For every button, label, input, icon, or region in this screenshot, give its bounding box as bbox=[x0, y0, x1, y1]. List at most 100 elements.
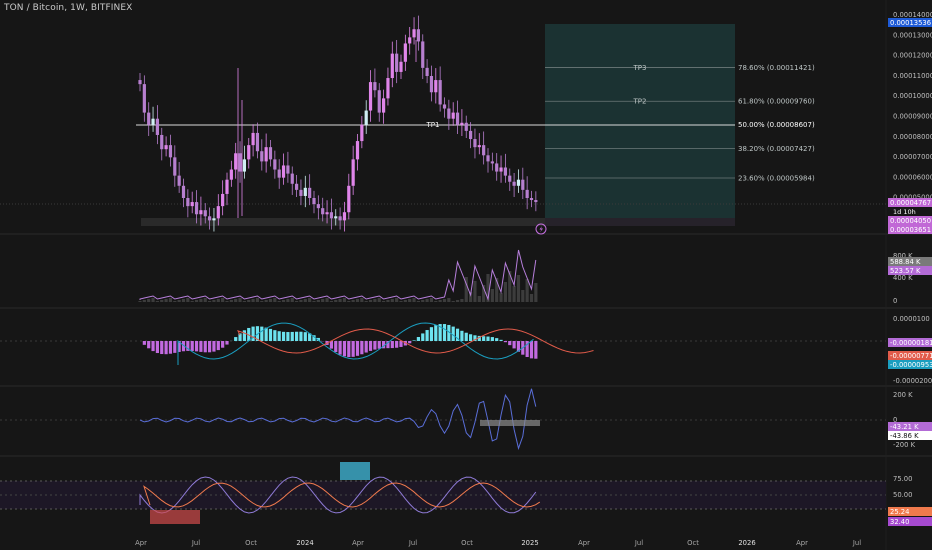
candle-body bbox=[412, 29, 416, 38]
macd-bar bbox=[499, 339, 503, 341]
macd-bar bbox=[360, 341, 364, 355]
price-badge-low1: 0.00004050 bbox=[890, 217, 931, 225]
stop-zone bbox=[545, 218, 735, 226]
volume-bar bbox=[225, 301, 229, 302]
volume-bar bbox=[194, 300, 199, 302]
price-badge-current: 0.00004767 bbox=[890, 199, 931, 207]
candle-body bbox=[155, 118, 159, 135]
macd-bar bbox=[142, 341, 146, 345]
macd-bar bbox=[503, 341, 507, 343]
macd-bar bbox=[390, 341, 394, 349]
symbol-title[interactable]: TON / Bitcoin, 1W, BITFINEX bbox=[4, 3, 132, 13]
volume-bar bbox=[425, 299, 429, 302]
candle-body bbox=[147, 112, 151, 125]
candle-body bbox=[464, 122, 468, 131]
fib-label: 38.20% (0.00007427) bbox=[738, 145, 815, 153]
macd-badge: -0.00000953 bbox=[890, 361, 932, 369]
fib-label: 78.60% (0.00011421) bbox=[738, 64, 815, 72]
candle-body bbox=[194, 202, 199, 215]
rsi-tick: 50.00 bbox=[893, 491, 912, 499]
fib-label: 61.80% (0.00009760) bbox=[738, 98, 815, 106]
candle-body bbox=[325, 212, 329, 215]
volume-bar bbox=[429, 298, 434, 302]
time-tick: Jul bbox=[634, 539, 643, 547]
volume-bar bbox=[382, 301, 386, 302]
chart-root[interactable]: 78.60% (0.00011421) TP3 61.80% (0.00009760… bbox=[0, 0, 932, 550]
candle-body bbox=[416, 29, 420, 42]
candle-body bbox=[308, 187, 312, 198]
macd-bar bbox=[221, 341, 225, 348]
candle-body bbox=[360, 124, 364, 142]
volume-bar bbox=[221, 298, 225, 302]
candle-body bbox=[451, 112, 455, 119]
volume-bar bbox=[234, 299, 238, 302]
volume-bar bbox=[281, 300, 286, 302]
candle-body bbox=[312, 198, 316, 205]
osc-badge: -43.86 K bbox=[890, 432, 919, 440]
volume-bar bbox=[360, 298, 364, 302]
rsi-band bbox=[0, 481, 886, 509]
macd-bar bbox=[164, 341, 168, 355]
volume-bar bbox=[212, 300, 216, 302]
candle-body bbox=[229, 169, 233, 180]
candle-body bbox=[469, 130, 473, 140]
candle-body bbox=[386, 78, 390, 99]
macd-badge: -0.00000181 bbox=[890, 339, 932, 347]
macd-bar bbox=[412, 340, 416, 341]
volume-bar bbox=[351, 300, 355, 302]
candle-body bbox=[273, 159, 277, 170]
candle-body bbox=[516, 179, 521, 186]
macd-bar bbox=[364, 341, 368, 353]
price-countdown: 1d 10h bbox=[893, 208, 916, 216]
chart-canvas[interactable]: 78.60% (0.00011421) TP3 61.80% (0.00009760… bbox=[0, 0, 932, 550]
volume-bar bbox=[408, 299, 412, 302]
volume-bar bbox=[390, 299, 394, 302]
candle-body bbox=[368, 82, 373, 111]
candle-body bbox=[329, 212, 333, 219]
volume-bar bbox=[208, 301, 212, 302]
macd-bar bbox=[368, 341, 373, 351]
volume-bar bbox=[255, 298, 260, 302]
time-tick: 2025 bbox=[521, 539, 538, 547]
macd-bar bbox=[429, 327, 434, 341]
macd-signal-line bbox=[177, 322, 534, 365]
volume-bar bbox=[160, 300, 164, 302]
macd-bar bbox=[295, 331, 299, 341]
volume-bar bbox=[451, 301, 455, 302]
volume-bar bbox=[386, 300, 390, 302]
time-tick: Oct bbox=[245, 539, 257, 547]
time-tick: Apr bbox=[135, 539, 147, 547]
candle-body bbox=[425, 67, 429, 76]
candle-body bbox=[455, 112, 460, 125]
macd-tick: -0.0000200 bbox=[893, 377, 932, 385]
macd-bar bbox=[208, 341, 212, 353]
macd-bar bbox=[199, 341, 203, 352]
volume-bar bbox=[286, 299, 290, 302]
osc-fill bbox=[480, 420, 540, 426]
candle-body bbox=[495, 163, 499, 172]
rsi-badge: 32.40 bbox=[890, 518, 909, 526]
volume-bar bbox=[455, 300, 460, 302]
macd-bar bbox=[373, 341, 377, 350]
candle-body bbox=[347, 185, 351, 213]
volume-bar bbox=[325, 298, 329, 302]
fib-label: 23.60% (0.00005984) bbox=[738, 174, 815, 182]
volume-bar bbox=[295, 301, 299, 302]
candle-body bbox=[351, 159, 355, 186]
volume-bar bbox=[264, 300, 268, 302]
macd-bar bbox=[490, 337, 494, 341]
macd-bar bbox=[212, 341, 216, 352]
candle-body bbox=[529, 198, 534, 201]
volume-bar bbox=[142, 300, 146, 302]
candle-body bbox=[181, 185, 186, 198]
volume-bar bbox=[260, 301, 264, 302]
candle-body bbox=[490, 161, 494, 164]
volume-bar bbox=[242, 301, 246, 302]
candle-body bbox=[260, 151, 264, 162]
volume-bar bbox=[268, 299, 273, 302]
macd-bar bbox=[194, 341, 199, 352]
candle-body bbox=[151, 118, 155, 125]
macd-bar bbox=[342, 341, 347, 357]
volume-bar bbox=[155, 301, 159, 302]
candle-body bbox=[186, 198, 190, 207]
